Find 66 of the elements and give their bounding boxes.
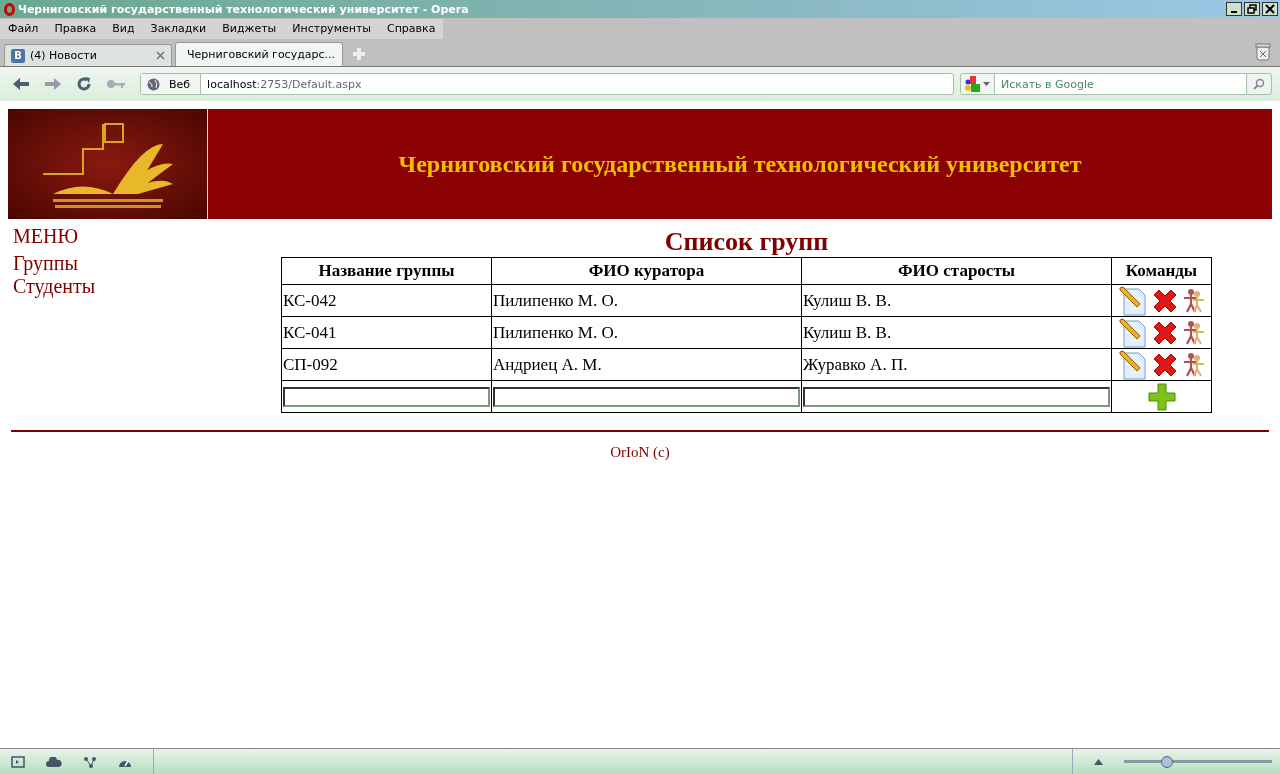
search-engine-button[interactable] [960,73,995,95]
window-title: Черниговский государственный технологический университет - Opera [18,2,470,16]
close-icon[interactable] [156,51,165,60]
site-badge: В [11,48,25,63]
search-field[interactable]: Искать в Google [995,73,1246,95]
column-header: Название группы [281,257,492,285]
share-icon[interactable] [83,755,97,768]
minimize-icon [1231,11,1237,13]
browser-tab[interactable]: Черниговский государс... [175,42,343,66]
close-icon [1265,4,1275,14]
menu-item[interactable]: Виджеты [214,19,285,39]
search-icon [1253,78,1265,90]
url-path: :2753/Default.aspx [256,77,362,91]
menu-heading: МЕНЮ [13,225,78,248]
address-field[interactable]: Веб localhost:2753/Default.aspx [140,73,954,95]
input-field[interactable] [803,386,1110,407]
menu-item[interactable]: Вид [104,19,143,39]
table-cell: Кулиш В. В. [801,284,1112,317]
people-icon[interactable] [1181,351,1206,378]
people-icon[interactable] [1181,319,1206,346]
minimize-button[interactable] [1226,2,1242,16]
url-host: localhost [207,77,257,91]
google-logo-icon [965,76,981,92]
footer-text: OrIoN (c) [610,444,670,461]
people-icon[interactable] [1181,287,1206,314]
cloud-icon[interactable] [46,756,62,767]
input-field[interactable] [283,386,490,407]
column-header: ФИО куратора [491,257,802,285]
table-cell: Пилипенко М. О. [491,284,802,317]
menu-link[interactable]: Студенты [13,275,96,298]
reload-icon[interactable] [76,76,92,92]
menu-item[interactable]: Справка [379,19,444,39]
edit-icon[interactable] [1117,285,1148,316]
browser-logo-icon [4,2,15,16]
triangle-icon[interactable] [1094,758,1103,765]
restore-icon [1247,4,1257,14]
column-header: ФИО старосты [801,257,1112,285]
browser-tab[interactable]: В (4) Новости [4,44,172,66]
menu-item[interactable]: Правка [46,19,105,39]
table-cell: Кулиш В. В. [801,316,1112,349]
menu-item[interactable]: Файл [0,19,47,39]
menu-link[interactable]: Группы [13,252,78,275]
close-button[interactable] [1262,2,1278,16]
menu-item[interactable]: Инструменты [284,19,379,39]
restore-button[interactable] [1244,2,1260,16]
scope-button[interactable]: Веб [141,74,202,94]
back-icon[interactable] [12,77,30,91]
page-title: Список групп [664,227,829,257]
table-cell: Пилипенко М. О. [491,316,802,349]
edit-icon[interactable] [1117,317,1148,348]
table-cell: Журавко А. П. [801,348,1112,381]
edit-icon[interactable] [1117,349,1148,380]
input-field[interactable] [493,386,800,407]
table-cell: КС-041 [281,316,492,349]
table-cell: КС-042 [281,284,492,317]
slider-thumb[interactable] [1160,755,1173,768]
globe-icon [147,77,160,91]
menu-item[interactable]: Закладки [142,19,215,39]
column-header: Команды [1111,257,1212,285]
dropdown-icon [983,82,990,86]
site-title: Черниговский государственный технологический университет [398,150,1082,178]
panel-icon[interactable] [11,755,25,768]
trash-icon[interactable] [1255,43,1271,61]
table-cell: Андриец А. М. [491,348,802,381]
search-button[interactable] [1246,73,1272,95]
table-cell: СП-092 [281,348,492,381]
